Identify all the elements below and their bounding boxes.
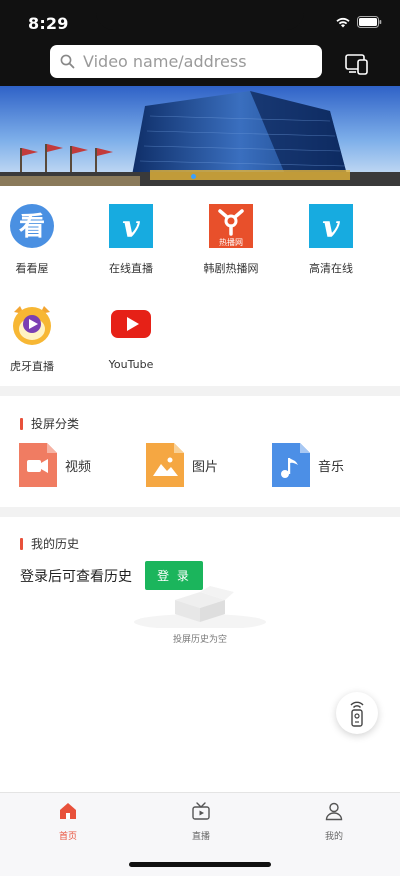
vimeo-icon: v (309, 204, 353, 248)
app-label: 虎牙直播 (10, 360, 54, 373)
remote-control-icon (350, 701, 364, 727)
cast-category-image[interactable]: 图片 (146, 443, 218, 487)
banner-pagination (191, 174, 196, 179)
youtube-icon (111, 310, 151, 338)
cast-category-label: 视频 (65, 459, 92, 475)
cast-category-label: 图片 (192, 459, 219, 475)
tab-label: 我的 (324, 832, 343, 842)
app-label: 高清在线 (309, 262, 353, 275)
cast-category-label: 音乐 (318, 459, 345, 475)
search-icon (60, 54, 75, 69)
image-file-icon (146, 443, 184, 487)
section-divider (0, 386, 400, 396)
tab-label: 首页 (58, 832, 77, 842)
banner-image (0, 86, 400, 186)
app-label: YouTube (108, 358, 154, 371)
home-icon (60, 803, 76, 819)
history-section-title: 我的历史 (20, 535, 79, 552)
tv-icon (192, 802, 210, 820)
hanju-icon: 热播网 (209, 204, 253, 248)
app-label: 在线直播 (109, 262, 153, 275)
cast-title-text: 投屏分类 (31, 417, 80, 431)
history-title-text: 我的历史 (31, 537, 80, 551)
tab-mine[interactable]: 我的 (294, 801, 374, 842)
huya-icon (13, 306, 51, 345)
app-hanju[interactable]: 热播网 韩剧热播网 (191, 204, 271, 276)
cast-section-title: 投屏分类 (20, 415, 79, 432)
svg-text:热播网: 热播网 (219, 237, 243, 247)
kankanwu-icon: 看 (10, 204, 54, 248)
app-label: 看看屋 (15, 262, 49, 275)
svg-text:v: v (122, 210, 140, 245)
title-accent-bar (20, 417, 23, 430)
history-empty-text: 投屏历史为空 (172, 635, 227, 645)
header-bar: 8:29 Video name/address (0, 0, 400, 86)
status-icons (335, 15, 382, 29)
login-button[interactable]: 登 录 (145, 561, 203, 590)
app-kankanwu[interactable]: 看 看看屋 (0, 204, 72, 276)
user-icon (325, 802, 343, 821)
tab-live[interactable]: 直播 (161, 801, 241, 842)
battery-icon (357, 16, 382, 28)
svg-text:看: 看 (19, 212, 45, 242)
vimeo-icon: v (109, 204, 153, 248)
cast-category-video[interactable]: 视频 (19, 443, 91, 487)
banner-dot[interactable] (191, 174, 196, 179)
home-indicator[interactable] (129, 862, 271, 867)
history-login-prompt: 登录后可查看历史 (20, 569, 132, 585)
device-notch (96, 0, 304, 30)
app-huya[interactable]: 虎牙直播 (0, 302, 72, 374)
wifi-icon (336, 17, 350, 28)
music-file-icon (272, 443, 310, 487)
svg-text:v: v (322, 210, 340, 245)
app-gaoqing[interactable]: v 高清在线 (291, 204, 371, 276)
app-label: 韩剧热播网 (203, 262, 259, 275)
title-accent-bar (20, 537, 23, 550)
screen-cast-icon[interactable] (343, 50, 371, 78)
video-file-icon (19, 443, 57, 487)
banner-carousel[interactable] (0, 86, 400, 186)
remote-control-button[interactable] (336, 692, 378, 734)
search-input[interactable]: Video name/address (50, 45, 322, 78)
app-zaixian-zhibo[interactable]: v 在线直播 (91, 204, 171, 276)
app-shortcuts: 看 看看屋 v 在线直播 热播网 韩剧热播网 v 高清在线 虎牙直播 YouTu… (0, 186, 400, 386)
status-time: 8:29 (28, 14, 69, 33)
tab-label: 直播 (191, 832, 210, 842)
search-placeholder: Video name/address (83, 52, 247, 71)
cast-category-music[interactable]: 音乐 (272, 443, 344, 487)
tab-home[interactable]: 首页 (28, 801, 108, 842)
section-divider (0, 507, 400, 517)
app-youtube[interactable]: YouTube (91, 302, 171, 371)
